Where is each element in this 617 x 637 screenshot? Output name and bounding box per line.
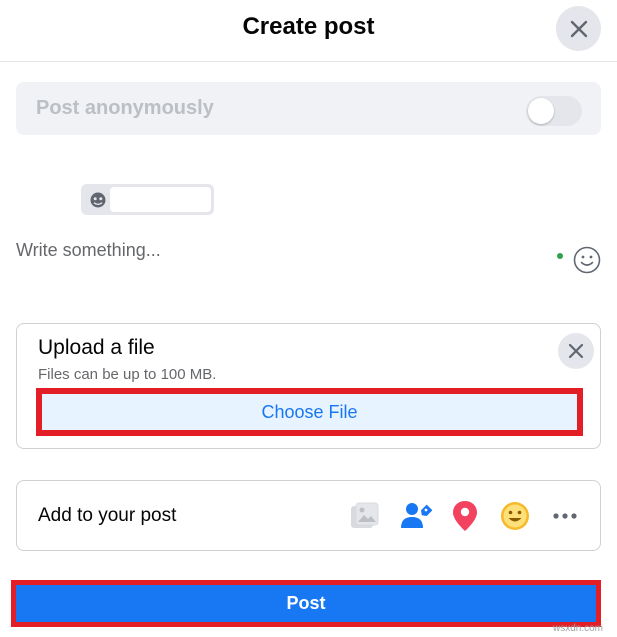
post-anonymously-row: Post anonymously	[16, 82, 601, 135]
photo-icon[interactable]	[348, 499, 382, 533]
close-icon	[568, 343, 584, 359]
composer-input[interactable]: Write something...	[16, 240, 161, 261]
dialog-header: Create post	[0, 0, 617, 62]
add-to-post-card: Add to your post	[16, 480, 601, 551]
post-button[interactable]: Post	[11, 580, 601, 627]
upload-size-limit: Files can be up to 100 MB.	[38, 366, 217, 383]
privacy-icon	[90, 192, 106, 208]
upload-title: Upload a file	[38, 336, 155, 359]
status-dot	[557, 253, 563, 259]
audience-value	[110, 187, 211, 212]
close-icon	[570, 20, 587, 37]
tag-people-icon[interactable]	[399, 499, 433, 533]
smiley-icon[interactable]	[572, 245, 602, 275]
choose-file-button[interactable]: Choose File	[36, 388, 583, 436]
upload-close-button[interactable]	[558, 333, 594, 369]
toggle-knob	[528, 98, 554, 124]
anonymous-toggle[interactable]	[526, 96, 582, 126]
location-icon[interactable]	[448, 499, 482, 533]
watermark: wsxdn.com	[553, 623, 604, 634]
upload-file-card: Upload a file Files can be up to 100 MB.…	[16, 323, 601, 449]
post-anonymously-label: Post anonymously	[36, 97, 214, 119]
add-to-post-label: Add to your post	[38, 505, 177, 526]
feeling-icon[interactable]	[498, 499, 532, 533]
audience-selector[interactable]	[81, 184, 214, 215]
close-dialog-button[interactable]	[556, 6, 601, 51]
dialog-title: Create post	[242, 13, 375, 40]
more-icon[interactable]	[548, 499, 582, 533]
